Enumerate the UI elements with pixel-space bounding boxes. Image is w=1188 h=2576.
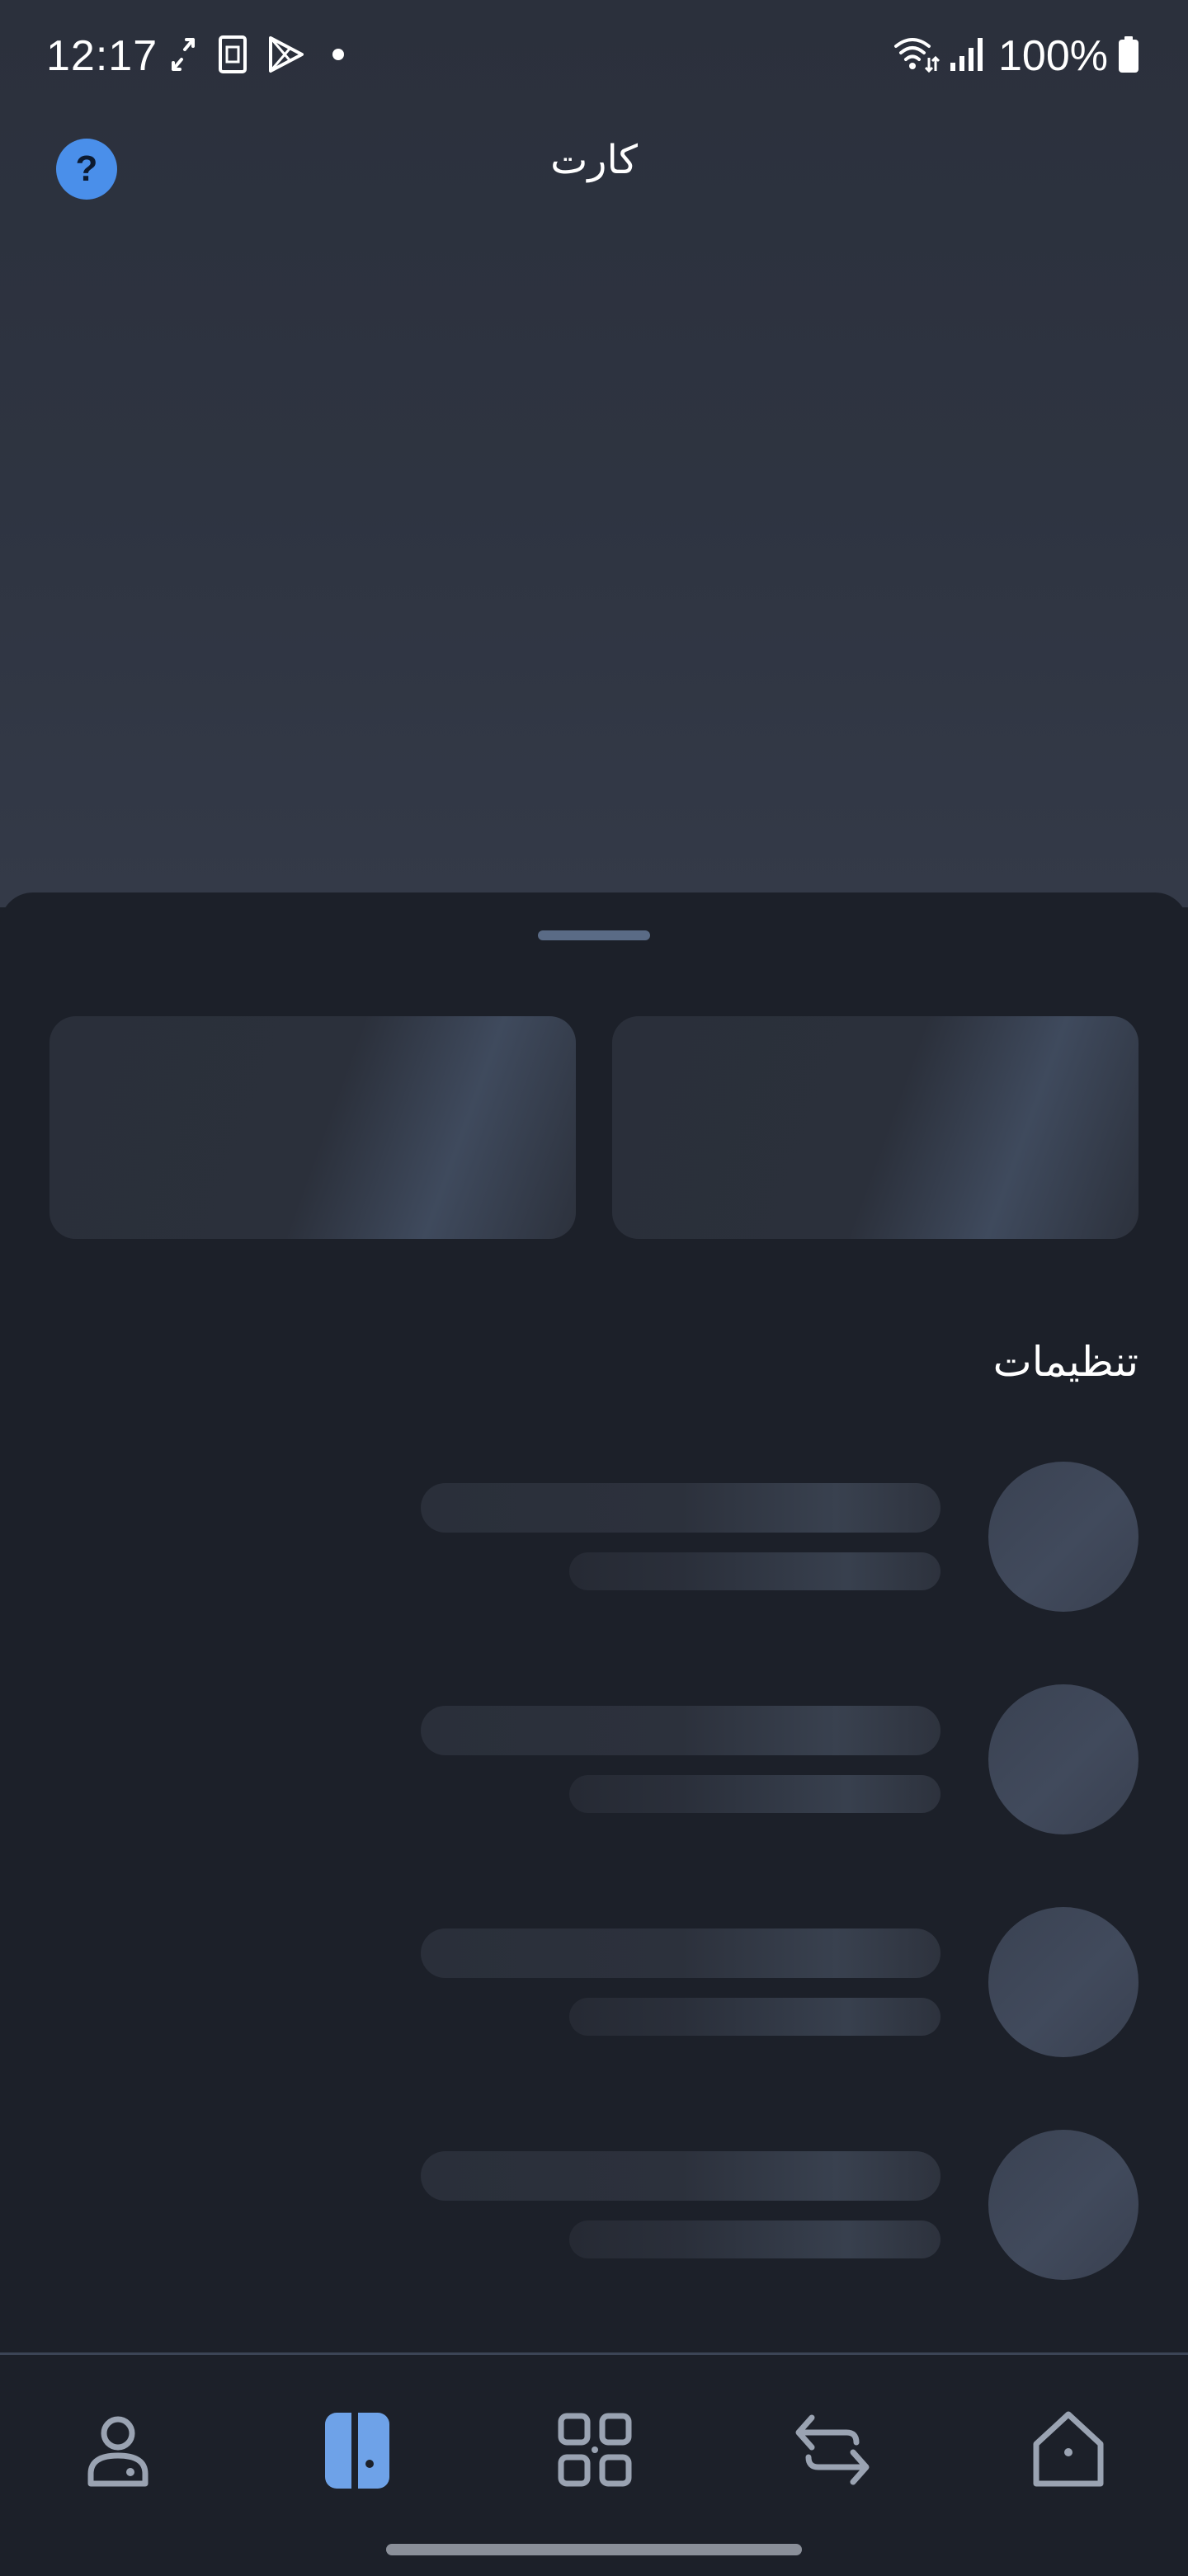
apps-grid-icon bbox=[558, 2413, 632, 2487]
wifi-icon bbox=[894, 38, 940, 73]
page-title: کارت bbox=[550, 137, 638, 183]
card-placeholder-left bbox=[50, 1016, 576, 1239]
placeholder-subtitle-line bbox=[569, 1775, 940, 1813]
transfer-icon bbox=[795, 2414, 870, 2485]
nav-item-transfer[interactable] bbox=[787, 2404, 878, 2495]
nav-item-card[interactable] bbox=[312, 2404, 403, 2495]
card-placeholder-right bbox=[612, 1016, 1138, 1239]
settings-item-placeholder bbox=[0, 1684, 1188, 1834]
nav-item-profile[interactable] bbox=[73, 2404, 163, 2495]
home-icon bbox=[1033, 2411, 1104, 2487]
top-area: 12:17 100% ? کارت bbox=[0, 0, 1188, 907]
placeholder-title-line bbox=[421, 1928, 940, 1978]
placeholder-subtitle-line bbox=[569, 1998, 940, 2036]
settings-section-title: تنظیمات bbox=[992, 1338, 1138, 1386]
placeholder-title-line bbox=[421, 1483, 940, 1533]
notification-dot-icon bbox=[332, 49, 344, 60]
sim-card-icon bbox=[219, 35, 247, 73]
settings-item-placeholder bbox=[0, 2130, 1188, 2280]
placeholder-icon-circle bbox=[988, 1462, 1138, 1612]
bottom-nav-bar bbox=[0, 2352, 1188, 2576]
nav-item-services[interactable] bbox=[549, 2404, 640, 2495]
placeholder-icon-circle bbox=[988, 1684, 1138, 1834]
placeholder-title-line bbox=[421, 1706, 940, 1755]
placeholder-subtitle-line bbox=[569, 2220, 940, 2258]
placeholder-subtitle-line bbox=[569, 1552, 940, 1590]
card-icon bbox=[325, 2413, 389, 2489]
profile-icon bbox=[87, 2416, 148, 2487]
home-indicator[interactable] bbox=[386, 2544, 802, 2555]
placeholder-icon-circle bbox=[988, 2130, 1138, 2280]
nav-item-home[interactable] bbox=[1023, 2404, 1114, 2495]
play-store-icon bbox=[269, 36, 304, 73]
sync-arrows-icon bbox=[172, 38, 195, 71]
status-bar: 12:17 100% bbox=[0, 0, 1188, 112]
bottom-sheet: تنظیمات bbox=[0, 892, 1188, 2352]
battery-icon bbox=[1119, 36, 1138, 73]
battery-percentage: 100% bbox=[998, 32, 1108, 80]
status-time: 12:17 bbox=[46, 32, 158, 80]
placeholder-icon-circle bbox=[988, 1907, 1138, 2057]
signal-icon bbox=[950, 38, 983, 71]
sheet-drag-handle[interactable] bbox=[538, 930, 650, 940]
placeholder-title-line bbox=[421, 2151, 940, 2201]
settings-item-placeholder bbox=[0, 1462, 1188, 1612]
settings-item-placeholder bbox=[0, 1907, 1188, 2057]
